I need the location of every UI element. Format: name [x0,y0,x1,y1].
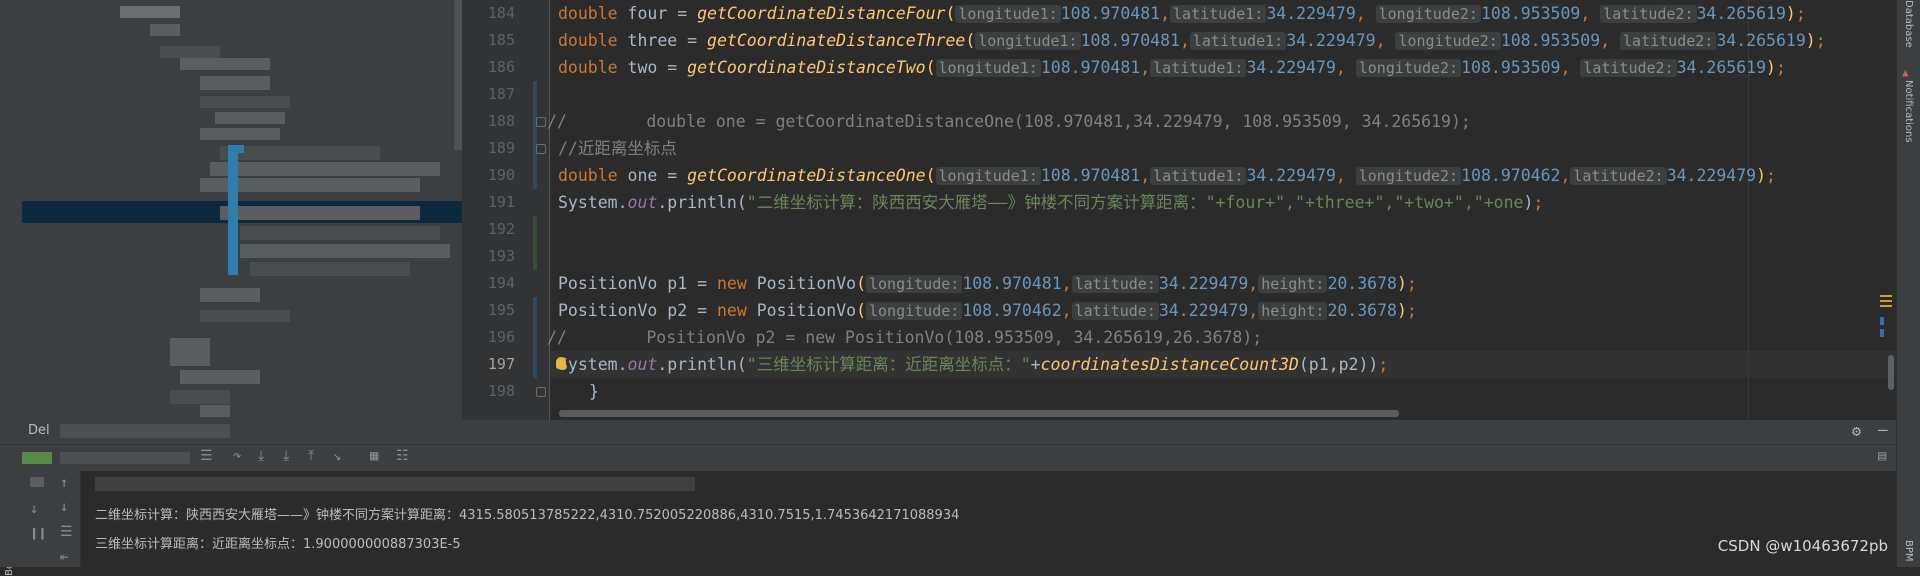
console-output[interactable]: 二维坐标计算：陕西西安大雁塔——》钟楼不同方案计算距离：4315.5805137… [81,471,1896,567]
console-line: 二维坐标计算：陕西西安大雁塔——》钟楼不同方案计算距离：4315.5805137… [95,508,960,523]
scroll-to-end-icon[interactable]: ⇤ [60,549,68,565]
line-number: 198 [487,382,515,400]
run-title[interactable]: Del [28,423,50,438]
menu-icon[interactable]: ☰ [200,448,213,464]
watermark-text: CSDN @w10463672pb [1717,537,1888,555]
line-number: 196 [487,328,515,346]
editor-vertical-scrollbar[interactable] [1888,355,1894,390]
code-line-195[interactable]: 195 PositionVo p2 = new PositionVo(longi… [463,297,1896,324]
code-line-187[interactable]: 187 [463,81,1896,108]
rerun-icon[interactable]: ↷ [233,448,241,464]
line-number: 187 [487,85,515,103]
database-tab[interactable]: Database [1903,0,1914,48]
editor-horizontal-scrollbar[interactable] [559,410,1399,417]
line-number: 193 [487,247,515,265]
line-number: 195 [487,301,515,319]
blurred-console-line [95,477,695,491]
code-line-189[interactable]: 189 //近距离坐标点 [463,135,1896,162]
code-comment[interactable]: // double one = getCoordinateDistanceOne… [547,108,1471,135]
minimize-icon[interactable]: — [1878,420,1888,439]
gear-icon[interactable]: ⚙ [1852,422,1861,440]
run-tab[interactable] [22,452,52,464]
line-number: 189 [487,139,515,157]
run-toolbar: ☰ ↷ ⤓ ⤓ ⤒ ↘ ▦ ☷ ▤ [0,445,1896,471]
code-comment[interactable]: //近距离坐标点 [558,135,677,162]
line-number: 197 [487,355,515,373]
code-text[interactable]: PositionVo p2 = new PositionVo(longitude… [558,297,1417,325]
code-text[interactable]: double three = getCoordinateDistanceThre… [558,27,1826,55]
closing-brace[interactable]: } [589,378,599,405]
right-tool-strip: Database ▲ Notifications BPM [1896,0,1920,567]
step-over-icon[interactable]: ⤓ [258,448,264,464]
line-number: 184 [487,4,515,22]
arrow-down-icon[interactable]: ↓ [60,499,68,515]
settings-list-icon[interactable]: ☷ [396,448,409,464]
layout-icon[interactable]: ▤ [1878,448,1886,464]
console-line: 三维坐标计算距离：近距离坐标点：1.900000000887303E-5 [95,537,461,552]
line-number: 191 [487,193,515,211]
run-side-toolbar: ↑ ↓ ↓ ❙❙ ☰ ⇤ [22,471,81,567]
line-number: 190 [487,166,515,184]
code-line-190[interactable]: 190 double one = getCoordinateDistanceOn… [463,162,1896,189]
run-header: Del ⚙ — [0,420,1896,445]
code-line-198[interactable]: 198 } [463,378,1896,405]
line-number: 188 [487,112,515,130]
table-icon[interactable]: ▦ [370,448,378,464]
code-line-194[interactable]: 194 PositionVo p1 = new PositionVo(longi… [463,270,1896,297]
line-number: 194 [487,274,515,292]
code-text[interactable]: double two = getCoordinateDistanceTwo(lo… [558,54,1786,82]
code-line-186[interactable]: 186 double two = getCoordinateDistanceTw… [463,54,1896,81]
line-number: 186 [487,58,515,76]
code-line-193[interactable]: 193 [463,243,1896,270]
code-text[interactable]: PositionVo p1 = new PositionVo(longitude… [558,270,1417,298]
line-number: 185 [487,31,515,49]
step-out-icon[interactable]: ⤒ [308,448,314,464]
code-line-192[interactable]: 192 [463,216,1896,243]
blurred-run-config [60,424,230,438]
pause-icon[interactable]: ❙❙ [30,526,47,542]
code-line-185[interactable]: 185 double three = getCoordinateDistance… [463,27,1896,54]
code-line-197[interactable]: 197 System.out.println("三维坐标计算距离：近距离坐标点：… [463,351,1896,378]
code-line-191[interactable]: 191 System.out.println("二维坐标计算：陕西西安大雁塔——… [463,189,1896,216]
project-tree-panel[interactable] [0,0,463,420]
soft-wrap-icon[interactable]: ☰ [60,524,73,540]
code-text[interactable]: double four = getCoordinateDistanceFour(… [558,0,1806,28]
code-text[interactable]: double one = getCoordinateDistanceOne(lo… [558,162,1776,190]
blurred-tab-label [60,452,190,464]
lightbulb-icon[interactable] [556,357,566,369]
step-into-icon[interactable]: ⤓ [283,448,289,464]
code-comment[interactable]: // PositionVo p2 = new PositionVo(108.95… [547,324,1262,351]
code-text[interactable]: System.out.println("三维坐标计算距离：近距离坐标点："+co… [558,351,1388,378]
code-line-188[interactable]: 188 // double one = getCoordinateDistanc… [463,108,1896,135]
line-number: 192 [487,220,515,238]
blurred-button [30,477,44,487]
code-line-196[interactable]: 196 // PositionVo p2 = new PositionVo(10… [463,324,1896,351]
code-text[interactable]: System.out.println("二维坐标计算：陕西西安大雁塔——》钟楼不… [558,189,1543,216]
resume-icon[interactable]: ↓ [30,501,38,517]
bpm-tab[interactable]: BPM [1903,540,1914,562]
arrow-up-icon[interactable]: ↑ [60,475,68,491]
project-tree-scrollbar[interactable] [454,0,462,150]
run-tool-window: Del ⚙ — ☰ ↷ ⤓ ⤓ ⤒ ↘ ▦ ☷ ▤ ↑ ↓ ↓ ❙❙ ☰ ⇤ 二… [0,420,1896,567]
run-to-cursor-icon[interactable]: ↘ [333,448,341,464]
code-editor[interactable]: 184 double four = getCoordinateDistanceF… [463,0,1896,420]
code-line-184[interactable]: 184 double four = getCoordinateDistanceF… [463,0,1896,27]
bell-icon[interactable]: ▲ [1902,66,1909,79]
notifications-tab[interactable]: Notifications [1903,80,1914,143]
